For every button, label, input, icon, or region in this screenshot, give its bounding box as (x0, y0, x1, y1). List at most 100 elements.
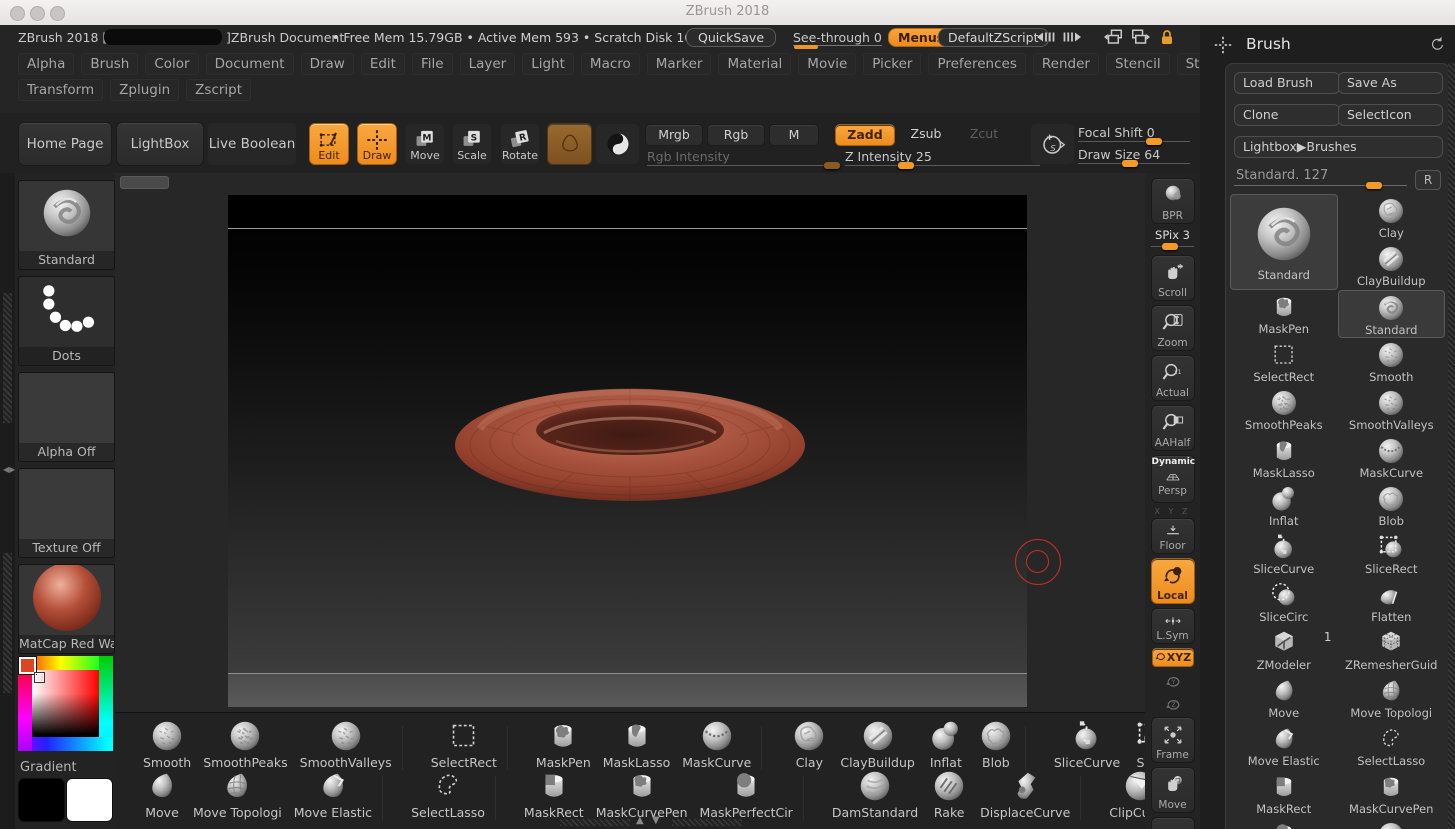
rot-y-icon[interactable]: Y (1161, 671, 1185, 692)
divider-handle[interactable] (120, 176, 169, 189)
menu-zscript[interactable]: Zscript (186, 79, 251, 101)
brush-item-slicecirc[interactable]: SliceCirc (1230, 578, 1338, 626)
shelf-bpr-button[interactable]: BPR (1151, 178, 1195, 224)
current-material-button[interactable] (595, 123, 640, 165)
shelf-persp-button[interactable]: DynamicPersp (1151, 455, 1195, 503)
tray-slice[interactable]: Slice (1126, 717, 1145, 770)
shelf-zoom-button[interactable]: Zoom (1151, 305, 1195, 351)
menu-light[interactable]: Light (522, 53, 574, 75)
left-divider-arrow-icon[interactable]: ◀▶ (3, 465, 15, 474)
tray-move-elastic[interactable]: Move Elastic (288, 767, 378, 820)
z-intensity-slider[interactable]: Z Intensity 25 (845, 149, 932, 164)
shelf-scroll-button[interactable]: Scroll (1151, 255, 1195, 301)
shelf-floor-button[interactable]: Floor (1151, 518, 1195, 554)
brush-item-masklasso[interactable]: MaskLasso (1230, 434, 1338, 482)
left-edge-strip[interactable]: ◀▶ (0, 173, 15, 829)
stroke-type-button[interactable]: S (1030, 123, 1075, 165)
tray-maskcurvepen[interactable]: MaskCurvePen (590, 767, 694, 820)
tray-maskperfectcir[interactable]: MaskPerfectCir (694, 767, 799, 820)
tray-clay[interactable]: Clay (784, 717, 834, 770)
quicksave-button[interactable]: QuickSave (686, 28, 776, 47)
move-button[interactable]: M Move (405, 123, 445, 165)
torus-model[interactable] (452, 385, 808, 505)
tray-smoothpeaks[interactable]: SmoothPeaks (197, 717, 293, 770)
shelf-mag-3d-button[interactable] (1151, 817, 1195, 829)
brush-item-standard[interactable]: Standard (1230, 194, 1338, 290)
brush-item-selectrect[interactable]: SelectRect (1230, 338, 1338, 386)
menu-zplugin[interactable]: Zplugin (110, 79, 179, 101)
secondary-color-swatch[interactable] (66, 778, 113, 822)
brush-item-maskcurve[interactable]: MaskCurve (1338, 434, 1446, 482)
shelf-matcap-red-wa[interactable]: MatCap Red Wa (18, 564, 115, 654)
next-document-icon[interactable] (1126, 27, 1156, 47)
tray-move[interactable]: Move (137, 767, 187, 820)
brush-selector-handle[interactable] (1366, 182, 1382, 189)
rgb-intensity-handle[interactable] (824, 162, 840, 169)
brush-item-inflat[interactable]: Inflat (1230, 482, 1338, 530)
r-button[interactable]: R (1415, 170, 1441, 190)
tray-maskpen[interactable]: MaskPen (530, 717, 597, 770)
menu-edit[interactable]: Edit (361, 53, 405, 75)
menu-preferences[interactable]: Preferences (928, 53, 1025, 75)
shelf-standard[interactable]: Standard (18, 180, 115, 270)
menu-file[interactable]: File (412, 53, 453, 75)
tray-damstandard[interactable]: DamStandard (826, 767, 924, 820)
lock-icon[interactable] (1155, 27, 1179, 47)
see-through-handle[interactable] (794, 45, 818, 49)
panel-scrollbar[interactable] (1448, 63, 1455, 829)
tray-rake[interactable]: Rake (924, 767, 974, 820)
menu-movie[interactable]: Movie (798, 53, 856, 75)
menu-marker[interactable]: Marker (647, 53, 712, 75)
color-picker[interactable] (18, 656, 113, 751)
prev-document-icon[interactable] (1098, 27, 1128, 47)
rgb-button[interactable]: Rgb (707, 124, 765, 146)
see-through-slider[interactable]: See-through 0 (793, 30, 882, 46)
brush-item-move-elastic[interactable]: Move Elastic (1230, 722, 1338, 770)
menu-brush[interactable]: Brush (81, 53, 138, 75)
shelf-frame-button[interactable]: Frame (1151, 717, 1195, 763)
tray-scroll-down-icon[interactable]: ▼ (652, 815, 660, 826)
brush-item-move[interactable]: Move (1230, 674, 1338, 722)
undo-history-left-icon[interactable] (1028, 27, 1058, 47)
edit-button[interactable]: Edit (309, 123, 349, 165)
shelf-dots[interactable]: Dots (18, 276, 115, 366)
lightbox-button[interactable]: LightBox (116, 122, 204, 166)
select-icon-button[interactable]: SelectIcon (1338, 104, 1443, 126)
undo-history-right-icon[interactable] (1060, 27, 1090, 47)
brush-item-maskrect[interactable]: MaskRect (1230, 770, 1338, 818)
tray-scrollbar[interactable]: ▲ ▼ (560, 818, 750, 827)
menu-stencil[interactable]: Stencil (1106, 53, 1170, 75)
tray-selectrect[interactable]: SelectRect (425, 717, 503, 770)
shelf-local-button[interactable]: Local (1151, 558, 1195, 604)
brush-item-maskpen[interactable]: MaskPen (1230, 290, 1338, 338)
menu-document[interactable]: Document (206, 53, 294, 75)
tray-masklasso[interactable]: MaskLasso (597, 717, 677, 770)
brush-item-maskperfectcir[interactable]: MaskPerfectCir (1230, 818, 1338, 829)
zcut-button[interactable]: Zcut (961, 124, 1007, 144)
mrgb-button[interactable]: Mrgb (645, 124, 703, 146)
z-intensity-handle[interactable] (898, 162, 914, 169)
gradient-label[interactable]: Gradient (20, 760, 77, 775)
brush-item-selectlasso[interactable]: SelectLasso (1338, 722, 1446, 770)
zadd-button[interactable]: Zadd (835, 124, 895, 146)
tray-blob[interactable]: Blob (971, 717, 1021, 770)
reset-palette-icon[interactable] (1428, 35, 1446, 53)
tray-inflat[interactable]: Inflat (921, 717, 971, 770)
shelf-move-button[interactable]: Move (1151, 767, 1195, 813)
rgb-intensity-slider[interactable]: Rgb Intensity (647, 149, 730, 164)
tray-slicecurve[interactable]: SliceCurve (1048, 717, 1126, 770)
brush-item-clay[interactable]: Clay (1338, 194, 1446, 242)
draw-size-slider[interactable]: Draw Size 64 (1078, 147, 1160, 162)
shelf-aahalf-button[interactable]: AAHalf (1151, 405, 1195, 451)
brush-item-slicecurve[interactable]: SliceCurve (1230, 530, 1338, 578)
load-brush-button[interactable]: Load Brush (1234, 72, 1340, 94)
tray-smooth[interactable]: Smooth (137, 717, 197, 770)
tray-smoothvalleys[interactable]: SmoothValleys (294, 717, 398, 770)
main-color-swatch[interactable] (18, 778, 65, 822)
focal-shift-slider[interactable]: Focal Shift 0 (1078, 125, 1155, 140)
menu-transform[interactable]: Transform (18, 79, 103, 101)
brush-item-smooth[interactable]: Smooth (1338, 338, 1446, 386)
brush-item-move-topologi[interactable]: Move Topologi (1338, 674, 1446, 722)
m-button[interactable]: M (769, 124, 819, 146)
tray-move-topologi[interactable]: Move Topologi (187, 767, 288, 820)
